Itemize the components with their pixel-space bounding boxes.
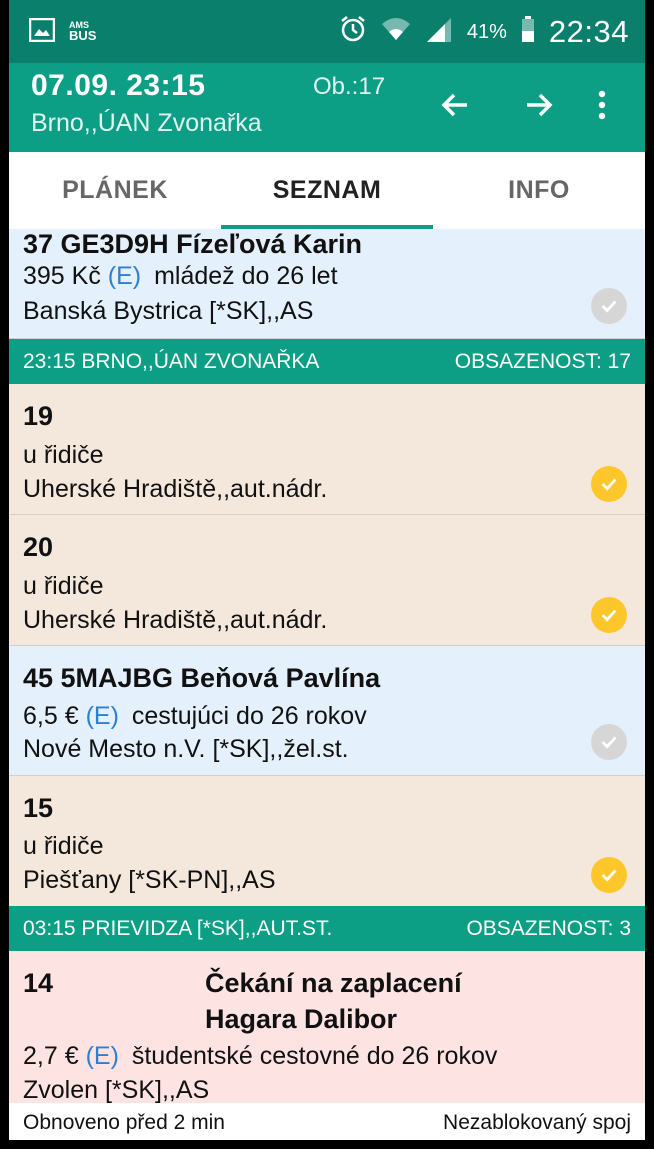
tab-planek[interactable]: PLÁNEK [9, 152, 221, 229]
app-bar: 07.09. 23:15 Brno,,ÚAN Zvonařka Ob.:17 [9, 63, 645, 152]
seat-ticket-passenger: 45 5MAJBG Beňová Pavlína [23, 663, 381, 693]
wifi-icon [381, 16, 411, 49]
check-icon[interactable] [591, 597, 627, 633]
payment-type: u řidiče [23, 572, 104, 600]
seat-ticket-passenger: 37 GE3D9H Fízeľová Karin [23, 229, 363, 259]
trip-datetime: 07.09. 23:15 [31, 69, 206, 102]
destination: Piešťany [*SK-PN],,AS [23, 866, 276, 894]
tab-seznam[interactable]: SEZNAM [221, 152, 433, 229]
section-stop: 03:15 PRIEVIDZA [*SK],,AUT.ST. [23, 917, 333, 940]
fare-line: 395 Kč (E) mládež do 26 let [23, 262, 338, 291]
image-icon [28, 17, 56, 47]
arrow-right-icon [527, 93, 553, 117]
section-stop: 23:15 BRNO,,ÚAN ZVONAŘKA [23, 350, 320, 373]
price: 6,5 € [23, 702, 79, 730]
battery-icon [521, 15, 535, 49]
fare-line: 2,7 € (E) študentské cestovné do 26 roko… [23, 1042, 497, 1071]
destination: Nové Mesto n.V. [*SK],,žel.st. [23, 735, 349, 763]
next-button[interactable] [517, 83, 561, 127]
more-vert-icon [598, 90, 606, 120]
payment-type: u řidiče [23, 441, 104, 469]
refresh-status: Obnoveno před 2 min [23, 1111, 225, 1134]
payment-type: u řidiče [23, 832, 104, 860]
fare-type: mládež do 26 let [154, 262, 338, 290]
signal-icon [425, 16, 453, 49]
payment-status: Čekání na zaplacení [205, 968, 462, 998]
list-item[interactable]: 19 u řidiče Uherské Hradiště,,aut.nádr. [9, 384, 645, 515]
svg-text:BUS: BUS [69, 28, 97, 42]
alarm-icon [339, 15, 367, 50]
seat-number: 19 [23, 401, 54, 431]
footer-status: Obnoveno před 2 min Nezablokovaný spoj [9, 1103, 645, 1140]
section-occupancy: OBSAZENOST: 17 [454, 350, 631, 373]
section-occupancy: OBSAZENOST: 3 [466, 917, 631, 940]
seat-number: 14 [23, 968, 54, 998]
e-ticket-badge: (E) [85, 1042, 119, 1070]
price: 2,7 € [23, 1042, 79, 1070]
status-bar: AMS BUS 41% 22:34 [9, 0, 645, 63]
overflow-menu-button[interactable] [580, 83, 624, 127]
status-left-icons: AMS BUS [28, 17, 99, 47]
list-item[interactable]: 15 u řidiče Piešťany [*SK-PN],,AS [9, 776, 645, 907]
trip-station: Brno,,ÚAN Zvonařka [31, 109, 262, 137]
fare-type: cestujúci do 26 rokov [131, 702, 367, 730]
previous-button[interactable] [433, 83, 477, 127]
section-header: 03:15 PRIEVIDZA [*SK],,AUT.ST. OBSAZENOS… [9, 906, 645, 951]
list-item[interactable]: 20 u řidiče Uherské Hradiště,,aut.nádr. [9, 515, 645, 646]
status-right: 41% 22:34 [339, 14, 629, 50]
app-frame: AMS BUS 41% 22:34 07.09. 23:15 Brno,,ÚAN … [9, 0, 645, 1140]
amsbus-icon: AMS BUS [69, 18, 99, 47]
passenger-name: Hagara Dalibor [205, 1004, 398, 1034]
battery-percent: 41% [466, 20, 507, 43]
list-item[interactable]: 14 Čekání na zaplacení Hagara Dalibor 2,… [9, 951, 645, 1103]
check-icon[interactable] [591, 288, 627, 324]
seat-number: 20 [23, 532, 54, 562]
destination: Banská Bystrica [*SK],,AS [23, 297, 314, 325]
check-icon[interactable] [591, 857, 627, 893]
tab-bar: PLÁNEK SEZNAM INFO [9, 152, 645, 229]
check-icon[interactable] [591, 466, 627, 502]
destination: Uherské Hradiště,,aut.nádr. [23, 606, 328, 634]
price: 395 Kč [23, 262, 101, 290]
list-item[interactable]: 45 5MAJBG Beňová Pavlína 6,5 € (E) cestu… [9, 646, 645, 776]
list-item[interactable]: 37 GE3D9H Fízeľová Karin 395 Kč (E) mlád… [9, 229, 645, 339]
arrow-left-icon [441, 93, 467, 117]
clock: 22:34 [548, 14, 629, 49]
fare-type: študentské cestovné do 26 rokov [131, 1042, 498, 1070]
e-ticket-badge: (E) [85, 702, 119, 730]
destination: Uherské Hradiště,,aut.nádr. [23, 475, 328, 503]
check-icon[interactable] [591, 724, 627, 760]
e-ticket-badge: (E) [107, 262, 142, 290]
occupancy-label: Ob.:17 [313, 73, 386, 100]
passenger-list: 37 GE3D9H Fízeľová Karin 395 Kč (E) mlád… [9, 229, 645, 1103]
seat-number: 15 [23, 793, 54, 823]
section-header: 23:15 BRNO,,ÚAN ZVONAŘKA OBSAZENOST: 17 [9, 339, 645, 384]
tab-info[interactable]: INFO [433, 152, 645, 229]
fare-line: 6,5 € (E) cestujúci do 26 rokov [23, 702, 367, 731]
lock-status: Nezablokovaný spoj [443, 1111, 631, 1134]
destination: Zvolen [*SK],,AS [23, 1076, 210, 1103]
